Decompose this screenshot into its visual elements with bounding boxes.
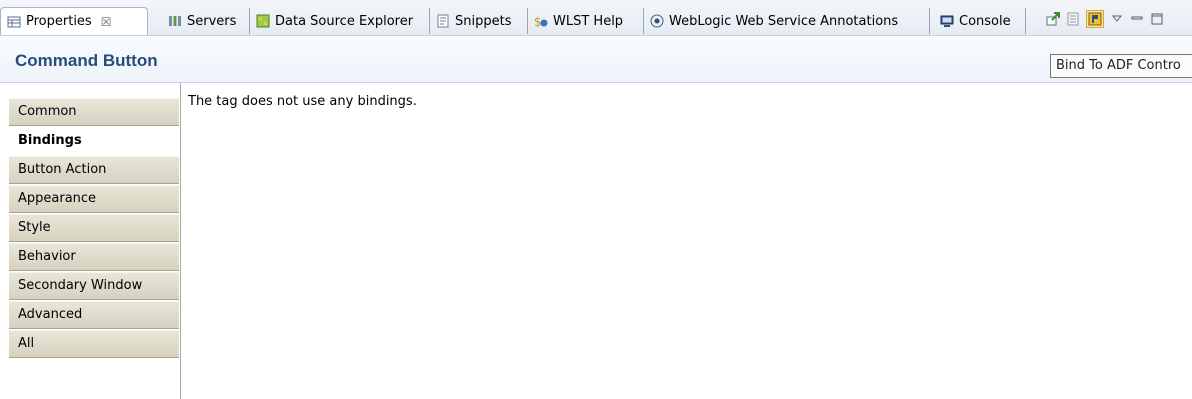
close-icon[interactable]: ☒ bbox=[101, 15, 112, 29]
tab-servers[interactable]: Servers bbox=[162, 8, 250, 34]
view-menu-button[interactable] bbox=[1108, 10, 1126, 28]
tab-weblogic-web-service-annotations-label: WebLogic Web Service Annotations bbox=[669, 13, 899, 29]
category-secondary-window[interactable]: Secondary Window bbox=[9, 272, 179, 300]
tab-weblogic-web-service-annotations[interactable]: WebLogic Web Service Annotations bbox=[644, 8, 930, 34]
bindings-message: The tag does not use any bindings. bbox=[188, 94, 417, 109]
snippets-icon bbox=[437, 14, 449, 28]
servers-icon bbox=[169, 16, 181, 26]
view-tab-bar: Properties ☒ Servers Data Source Explore… bbox=[0, 0, 1192, 36]
category-all[interactable]: All bbox=[9, 330, 179, 358]
page-title: Command Button bbox=[15, 51, 158, 70]
category-style[interactable]: Style bbox=[9, 214, 179, 242]
category-bindings[interactable]: Bindings bbox=[9, 127, 179, 155]
category-behavior[interactable]: Behavior bbox=[9, 243, 179, 271]
data-source-explorer-icon bbox=[256, 14, 270, 28]
web-service-annotations-icon bbox=[650, 14, 664, 28]
category-advanced[interactable]: Advanced bbox=[9, 301, 179, 329]
tab-data-source-explorer[interactable]: Data Source Explorer bbox=[250, 8, 430, 34]
properties-icon bbox=[7, 16, 21, 27]
tab-snippets[interactable]: Snippets bbox=[430, 8, 528, 34]
tab-wlst-help[interactable]: $ WLST Help bbox=[528, 8, 644, 34]
tab-properties-label: Properties bbox=[26, 14, 92, 29]
new-property-icon bbox=[1046, 12, 1060, 26]
maximize-icon bbox=[1151, 13, 1163, 25]
properties-title-bar: Command Button Bind To ADF Contro bbox=[0, 36, 1192, 83]
tab-console[interactable]: Console bbox=[934, 8, 1026, 34]
bind-to-adf-control-icon bbox=[1088, 12, 1102, 26]
new-property-button[interactable] bbox=[1044, 10, 1062, 28]
tab-properties[interactable]: Properties ☒ bbox=[0, 7, 148, 35]
tab-snippets-label: Snippets bbox=[455, 13, 512, 29]
category-list: Common Bindings Button Action Appearance… bbox=[0, 83, 181, 399]
tab-console-label: Console bbox=[959, 13, 1011, 29]
category-appearance[interactable]: Appearance bbox=[9, 185, 179, 213]
bind-to-adf-control-button[interactable] bbox=[1086, 10, 1104, 28]
tooltip: Bind To ADF Contro bbox=[1050, 54, 1192, 78]
tab-data-source-explorer-label: Data Source Explorer bbox=[275, 13, 414, 29]
show-description-button[interactable] bbox=[1064, 10, 1082, 28]
minimize-button[interactable] bbox=[1128, 10, 1146, 28]
minimize-icon bbox=[1131, 16, 1143, 20]
console-icon bbox=[940, 15, 954, 27]
svg-text:$: $ bbox=[534, 15, 542, 28]
show-description-icon bbox=[1067, 12, 1079, 26]
tab-wlst-help-label: WLST Help bbox=[553, 13, 624, 29]
tab-servers-label: Servers bbox=[187, 13, 237, 29]
category-button-action[interactable]: Button Action bbox=[9, 156, 179, 184]
maximize-button[interactable] bbox=[1148, 10, 1166, 28]
category-common[interactable]: Common bbox=[9, 98, 179, 126]
wlst-help-icon: $ bbox=[534, 15, 548, 28]
view-menu-icon bbox=[1111, 15, 1123, 22]
